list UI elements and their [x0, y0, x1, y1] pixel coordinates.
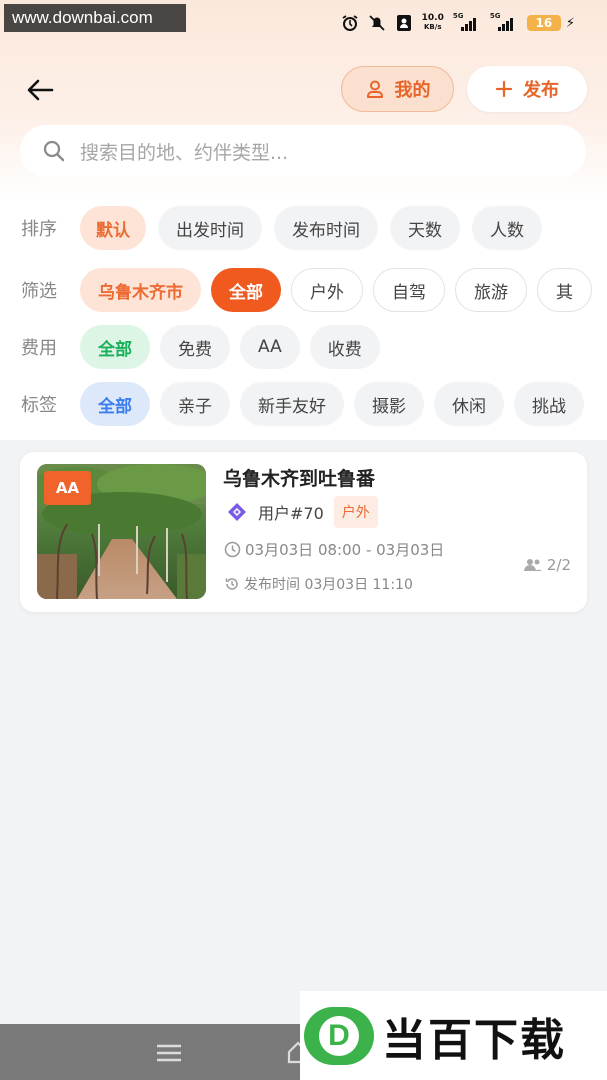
search-input[interactable]: 搜索目的地、约伴类型...: [20, 125, 586, 177]
search-placeholder: 搜索目的地、约伴类型...: [80, 141, 289, 164]
listing-card[interactable]: AA 乌鲁木齐到吐鲁番 用户#70 户外 03月03日 08:00 - 03月0…: [20, 452, 587, 612]
tag-chip-leisure[interactable]: 休闲: [434, 382, 504, 426]
arrow-left-icon: [27, 79, 54, 101]
contact-card-icon: [396, 15, 411, 31]
user-icon: [366, 80, 383, 98]
listing-people-count: 2/2: [523, 556, 571, 574]
logo-letter: D: [319, 1015, 359, 1056]
fee-row: 费用 全部 免费 AA 收费: [0, 324, 607, 370]
status-bar: www.downbai.com 10.0 KB/s 5G 5G 16 ⚡: [0, 0, 607, 46]
screen-chip-travel[interactable]: 旅游: [455, 268, 527, 312]
sort-chip-people[interactable]: 人数: [472, 206, 542, 250]
alarm-icon: [342, 15, 358, 31]
user-avatar-icon: [228, 503, 246, 521]
screen-chip-all[interactable]: 全部: [211, 268, 281, 312]
fee-chip-paid[interactable]: 收费: [309, 325, 380, 369]
status-icons: 10.0 KB/s 5G 5G 16 ⚡: [341, 12, 575, 32]
mine-label: 我的: [394, 80, 431, 101]
fee-chip-aa[interactable]: AA: [240, 325, 300, 369]
tag-row: 标签 全部 亲子 新手友好 摄影 休闲 挑战: [0, 381, 607, 427]
publish-time-text: 发布时间 03月03日 11:10: [244, 577, 413, 593]
fee-chip-free[interactable]: 免费: [160, 325, 230, 369]
site-watermark: www.downbai.com: [4, 4, 186, 32]
charging-icon: ⚡: [565, 15, 575, 31]
search-icon: [43, 140, 65, 162]
listing-user-row: 用户#70 户外: [226, 496, 378, 528]
tag-options: 全部 亲子 新手友好 摄影 休闲 挑战: [80, 382, 584, 426]
filter-panel: 排序 默认 出发时间 发布时间 天数 人数 筛选 乌鲁木齐市 全部 户外 自驾 …: [0, 196, 607, 440]
city-chip[interactable]: 乌鲁木齐市: [80, 268, 201, 312]
listing-publish-time: 发布时间 03月03日 11:10: [224, 574, 413, 594]
screen-options: 乌鲁木齐市 全部 户外 自驾 旅游 其: [80, 268, 592, 312]
plus-icon: [495, 80, 513, 98]
screen-label: 筛选: [21, 281, 57, 302]
fee-label: 费用: [21, 338, 57, 359]
listing-user-name[interactable]: 用户#70: [258, 500, 324, 524]
network-speed: 10.0 KB/s: [421, 13, 444, 32]
screen-chip-self-drive[interactable]: 自驾: [373, 268, 445, 312]
tag-chip-beginner[interactable]: 新手友好: [240, 382, 344, 426]
signal-icon: 5G: [453, 12, 481, 31]
fee-chip-all[interactable]: 全部: [80, 325, 150, 369]
back-button[interactable]: [22, 72, 58, 108]
time-range-text: 03月03日 08:00 - 03月03日: [245, 541, 445, 559]
tag-chip-all[interactable]: 全部: [80, 382, 150, 426]
sort-chip-default[interactable]: 默认: [80, 206, 146, 250]
history-icon: [225, 578, 238, 590]
publish-label: 发布: [523, 80, 559, 101]
site-logo-watermark: D 当百下载: [300, 991, 607, 1080]
people-count-text: 2/2: [546, 556, 571, 574]
tag-chip-family[interactable]: 亲子: [160, 382, 230, 426]
tag-chip-photography[interactable]: 摄影: [354, 382, 424, 426]
listing-type-tag: 户外: [333, 496, 378, 528]
publish-button[interactable]: 发布: [467, 66, 587, 112]
logo-text: 当百下载: [382, 1014, 566, 1066]
tag-chip-challenge[interactable]: 挑战: [514, 382, 584, 426]
sort-label: 排序: [21, 219, 57, 240]
sort-options: 默认 出发时间 发布时间 天数 人数: [80, 206, 542, 250]
fee-options: 全部 免费 AA 收费: [80, 325, 380, 369]
fee-type-badge: AA: [44, 471, 91, 505]
sort-chip-departure-time[interactable]: 出发时间: [158, 206, 262, 250]
mute-bell-icon: [369, 15, 385, 31]
clock-icon: [224, 541, 241, 558]
logo-mark: D: [304, 1006, 374, 1065]
screen-chip-outdoor[interactable]: 户外: [291, 268, 363, 312]
tag-label: 标签: [21, 395, 57, 416]
listing-thumbnail: AA: [37, 464, 206, 599]
signal-icon-2: 5G: [490, 12, 518, 31]
screen-row: 筛选 乌鲁木齐市 全部 户外 自驾 旅游 其: [0, 267, 607, 313]
listing-title: 乌鲁木齐到吐鲁番: [223, 468, 376, 490]
people-icon: [523, 559, 542, 571]
sort-chip-publish-time[interactable]: 发布时间: [274, 206, 378, 250]
sort-chip-days[interactable]: 天数: [390, 206, 460, 250]
menu-icon[interactable]: [156, 1043, 182, 1063]
screen-chip-other[interactable]: 其: [537, 268, 592, 312]
sort-row: 排序 默认 出发时间 发布时间 天数 人数: [0, 205, 607, 251]
listing-time-range: 03月03日 08:00 - 03月03日: [224, 539, 444, 560]
mine-button[interactable]: 我的: [341, 66, 454, 112]
battery-indicator: 16: [526, 15, 561, 31]
